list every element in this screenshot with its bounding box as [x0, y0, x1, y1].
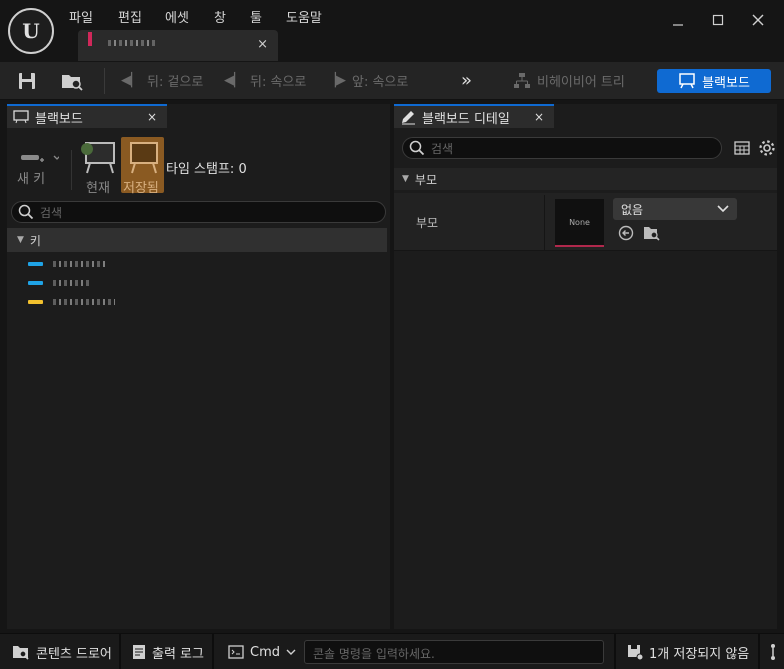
key-type-color	[28, 261, 43, 266]
table-view-icon[interactable]	[734, 140, 750, 156]
details-body: 검색 ▼ 부모 부모 None 없음	[394, 128, 777, 629]
minimize-icon[interactable]	[666, 10, 690, 30]
blackboard-details-panel: 블랙보드 디테일 × 검색 ▼ 부모 부모 None 없음	[394, 104, 777, 629]
key-name-redacted	[53, 279, 91, 286]
key-name-redacted	[53, 298, 115, 305]
browse-folder-icon[interactable]	[60, 71, 84, 91]
behavior-tree-icon	[514, 72, 530, 88]
search-icon	[409, 140, 425, 156]
search-icon	[18, 204, 34, 220]
unsaved-save-icon	[628, 645, 643, 660]
key-type-color	[28, 299, 43, 304]
new-key-icon	[21, 155, 59, 162]
new-key-button[interactable]: 새 키	[15, 152, 65, 188]
step-forward-icon: ▕▶	[326, 73, 346, 88]
parent-property-label: 부모	[416, 216, 439, 230]
saved-snapshot-button[interactable]: 저장됨	[121, 137, 164, 196]
unsaved-assets-button[interactable]: 1개 저장되지 않음	[627, 641, 749, 663]
content-drawer-button[interactable]: 콘텐츠 드로어	[12, 641, 112, 663]
source-control-icon[interactable]	[768, 641, 778, 663]
use-selected-arrow-icon[interactable]	[618, 225, 634, 241]
settings-gear-icon[interactable]	[758, 139, 776, 157]
console-command-input[interactable]: 콘솔 명령을 입력하세요.	[304, 640, 604, 664]
asset-type-color	[88, 32, 92, 46]
back-outside-button[interactable]: ◀▏ 뒤: 겉으로	[121, 71, 203, 90]
asset-tab[interactable]: ×	[78, 30, 278, 61]
key-row[interactable]	[7, 254, 387, 273]
terminal-icon	[228, 645, 244, 659]
menu-tools[interactable]: 툴	[250, 7, 262, 26]
key-name-redacted	[53, 260, 105, 267]
collapse-triangle-icon: ▼	[402, 174, 409, 184]
toolbar: ◀▏ 뒤: 겉으로 ◀▏ 뒤: 속으로 ▕▶ 앞: 속으로 » 비헤이비어 트리…	[0, 62, 784, 100]
tab-close-icon[interactable]: ×	[147, 110, 157, 124]
section-parent[interactable]: ▼ 부모	[394, 168, 777, 190]
menu-help[interactable]: 도움말	[286, 7, 322, 26]
menu-edit[interactable]: 편집	[118, 7, 142, 26]
blackboard-body: 새 키 현재 저장됨 타임 스탬프: 0 검색 ▼ 키	[7, 128, 390, 629]
splitter[interactable]	[544, 195, 545, 251]
key-row[interactable]	[7, 292, 387, 311]
edit-pencil-icon	[402, 111, 415, 125]
keys-header[interactable]: ▼ 키	[7, 228, 387, 252]
output-log-icon	[133, 645, 145, 659]
parent-asset-dropdown[interactable]: 없음	[613, 198, 737, 220]
content-drawer-icon	[13, 646, 29, 660]
blackboard-easel-icon	[130, 142, 158, 174]
behavior-tree-button[interactable]: 비헤이비어 트리	[513, 71, 625, 90]
key-type-color	[28, 280, 43, 285]
blackboard-icon	[679, 73, 695, 89]
tab-blackboard[interactable]: 블랙보드 ×	[7, 104, 167, 128]
menu-asset[interactable]: 에셋	[165, 7, 189, 26]
toolbar-separator	[104, 68, 105, 94]
status-bar: 콘텐츠 드로어 출력 로그 Cmd 콘솔 명령을 입력하세요. 1개 저장되지 …	[0, 633, 784, 669]
step-back-icon: ◀▏	[224, 73, 244, 88]
separator	[119, 634, 121, 669]
double-chevron-right-icon[interactable]: »	[461, 70, 472, 91]
unreal-logo-icon[interactable]: U	[8, 8, 54, 54]
keys-list	[7, 254, 387, 311]
chevron-down-icon	[717, 205, 729, 213]
menu-window[interactable]: 창	[214, 7, 226, 26]
blackboard-easel-icon	[81, 142, 115, 174]
title-bar: U 파일 편집 에셋 창 툴 도움말 ×	[0, 0, 784, 62]
browse-asset-icon[interactable]	[643, 225, 661, 241]
asset-thumbnail[interactable]: None	[555, 199, 604, 247]
cmd-dropdown[interactable]: Cmd	[228, 641, 296, 663]
tab-blackboard-details[interactable]: 블랙보드 디테일 ×	[394, 104, 554, 128]
timestamp-label: 타임 스탬프: 0	[166, 162, 247, 177]
menu-file[interactable]: 파일	[69, 7, 93, 26]
step-back-icon: ◀▏	[121, 73, 141, 88]
blackboard-icon	[13, 110, 29, 124]
details-search-input[interactable]: 검색	[402, 137, 722, 159]
forward-inside-button[interactable]: ▕▶ 앞: 속으로	[326, 71, 408, 90]
separator	[614, 634, 616, 669]
asset-tab-close-icon[interactable]: ×	[257, 37, 268, 52]
collapse-triangle-icon: ▼	[17, 235, 24, 245]
separator	[758, 634, 760, 669]
close-icon[interactable]	[746, 10, 770, 30]
save-icon[interactable]	[17, 71, 37, 91]
key-row[interactable]	[7, 273, 387, 292]
output-log-button[interactable]: 출력 로그	[132, 641, 204, 663]
maximize-icon[interactable]	[706, 10, 730, 30]
tab-close-icon[interactable]: ×	[534, 110, 544, 124]
chevron-down-icon	[286, 649, 296, 655]
parent-property-row: 부모 None 없음	[394, 193, 777, 251]
blackboard-panel: 블랙보드 × 새 키 현재 저장됨 타임 스탬프: 0 검색 ▼ 키	[7, 104, 390, 629]
separator	[212, 634, 214, 669]
blackboard-search-input[interactable]: 검색	[11, 201, 386, 223]
asset-name-redacted	[108, 40, 156, 46]
current-snapshot-button[interactable]: 현재	[72, 137, 122, 196]
blackboard-mode-button[interactable]: 블랙보드	[657, 69, 771, 93]
back-inside-button[interactable]: ◀▏ 뒤: 속으로	[224, 71, 306, 90]
